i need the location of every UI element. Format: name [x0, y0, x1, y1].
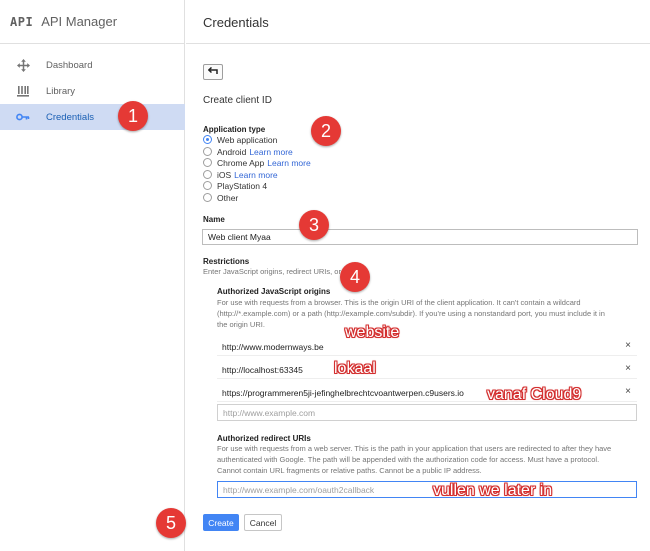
js-origins-label: Authorized JavaScript origins — [217, 287, 331, 296]
learn-more-link[interactable]: Learn more — [234, 170, 277, 180]
sidebar-item-credentials[interactable]: Credentials — [0, 104, 185, 130]
api-logo: API — [10, 14, 34, 29]
learn-more-link[interactable]: Learn more — [249, 147, 292, 157]
redirect-uris-help: Cannot contain URL fragments or relative… — [217, 466, 482, 475]
back-button[interactable] — [203, 64, 223, 80]
radio-ios[interactable]: iOS Learn more — [203, 169, 278, 180]
redirect-uris-help: authenticated with Google. The path will… — [217, 455, 600, 464]
radio-button[interactable] — [203, 135, 212, 144]
origin-value: http://www.modernways.be — [222, 342, 324, 352]
name-label: Name — [203, 215, 225, 224]
back-arrow-icon — [207, 66, 219, 77]
radio-button[interactable] — [203, 147, 212, 156]
annotation-note: vullen we later in — [433, 482, 553, 499]
learn-more-link[interactable]: Learn more — [267, 158, 310, 168]
radio-label: PlayStation 4 — [217, 180, 268, 191]
origin-entry: http://www.modernways.be × — [217, 338, 637, 356]
sidebar-item-dashboard[interactable]: Dashboard — [0, 52, 185, 78]
annotation-badge: 3 — [299, 210, 329, 240]
radio-label: Other — [217, 192, 239, 203]
redirect-uri-input[interactable]: http://www.example.com/oauth2callback — [217, 481, 637, 498]
radio-chrome-app[interactable]: Chrome App Learn more — [203, 157, 311, 168]
new-origin-input[interactable]: http://www.example.com — [217, 404, 637, 421]
origin-entry: http://localhost:63345 × — [217, 361, 637, 379]
radio-label: Web application — [217, 134, 278, 145]
radio-web-application[interactable]: Web application — [203, 134, 277, 145]
create-button[interactable]: Create — [203, 514, 239, 531]
library-icon — [16, 84, 30, 98]
radio-android[interactable]: Android Learn more — [203, 146, 293, 157]
radio-label: iOS — [217, 169, 232, 180]
dashboard-icon — [16, 58, 30, 72]
radio-label: Chrome App — [217, 157, 265, 168]
sidebar-item-library[interactable]: Library — [0, 78, 185, 104]
radio-button[interactable] — [203, 170, 212, 179]
remove-icon[interactable]: × — [625, 340, 631, 351]
annotation-badge: 4 — [340, 262, 370, 292]
sidebar-item-label: Library — [46, 86, 76, 97]
remove-icon[interactable]: × — [625, 386, 631, 397]
remove-icon[interactable]: × — [625, 363, 631, 374]
radio-other[interactable]: Other — [203, 192, 238, 203]
js-origins-help: For use with requests from a browser. Th… — [217, 298, 581, 307]
annotation-note: vanaf Cloud9 — [487, 386, 582, 403]
sidebar-item-label: Dashboard — [46, 60, 93, 71]
page-title: Credentials — [203, 15, 269, 30]
name-input[interactable]: Web client Myaa — [202, 229, 638, 245]
sidebar-item-label: Credentials — [46, 112, 95, 123]
redirect-uris-label: Authorized redirect URIs — [217, 434, 311, 443]
key-icon — [16, 110, 30, 124]
annotation-note: website — [345, 324, 400, 341]
radio-button[interactable] — [203, 193, 212, 202]
annotation-note: lokaal — [334, 360, 376, 377]
redirect-uris-help: For use with requests from a web server.… — [217, 444, 612, 453]
sidebar: API API Manager Dashboard Library Creden… — [0, 0, 185, 551]
js-origins-help: the origin URI. — [217, 320, 265, 329]
origin-value: http://localhost:63345 — [222, 365, 303, 375]
js-origins-help: (http://*.example.com) or a path (http:/… — [217, 309, 605, 318]
origin-value: https://programmeren5ji-jefinghelbrechtc… — [222, 388, 464, 398]
application-type-label: Application type — [203, 125, 266, 134]
annotation-badge: 1 — [118, 101, 148, 131]
form-heading: Create client ID — [203, 95, 272, 106]
restrictions-label: Restrictions — [203, 257, 250, 266]
radio-button[interactable] — [203, 158, 212, 167]
brand: API API Manager — [0, 0, 185, 44]
restrictions-description: Enter JavaScript origins, redirect URIs,… — [203, 267, 358, 276]
annotation-badge: 2 — [311, 116, 341, 146]
radio-button[interactable] — [203, 181, 212, 190]
app-title[interactable]: API Manager — [41, 14, 117, 29]
radio-label: Android — [217, 146, 247, 157]
radio-playstation-4[interactable]: PlayStation 4 — [203, 180, 267, 191]
cancel-button[interactable]: Cancel — [244, 514, 282, 531]
page-header: Credentials — [186, 0, 650, 44]
annotation-badge: 5 — [156, 508, 186, 538]
